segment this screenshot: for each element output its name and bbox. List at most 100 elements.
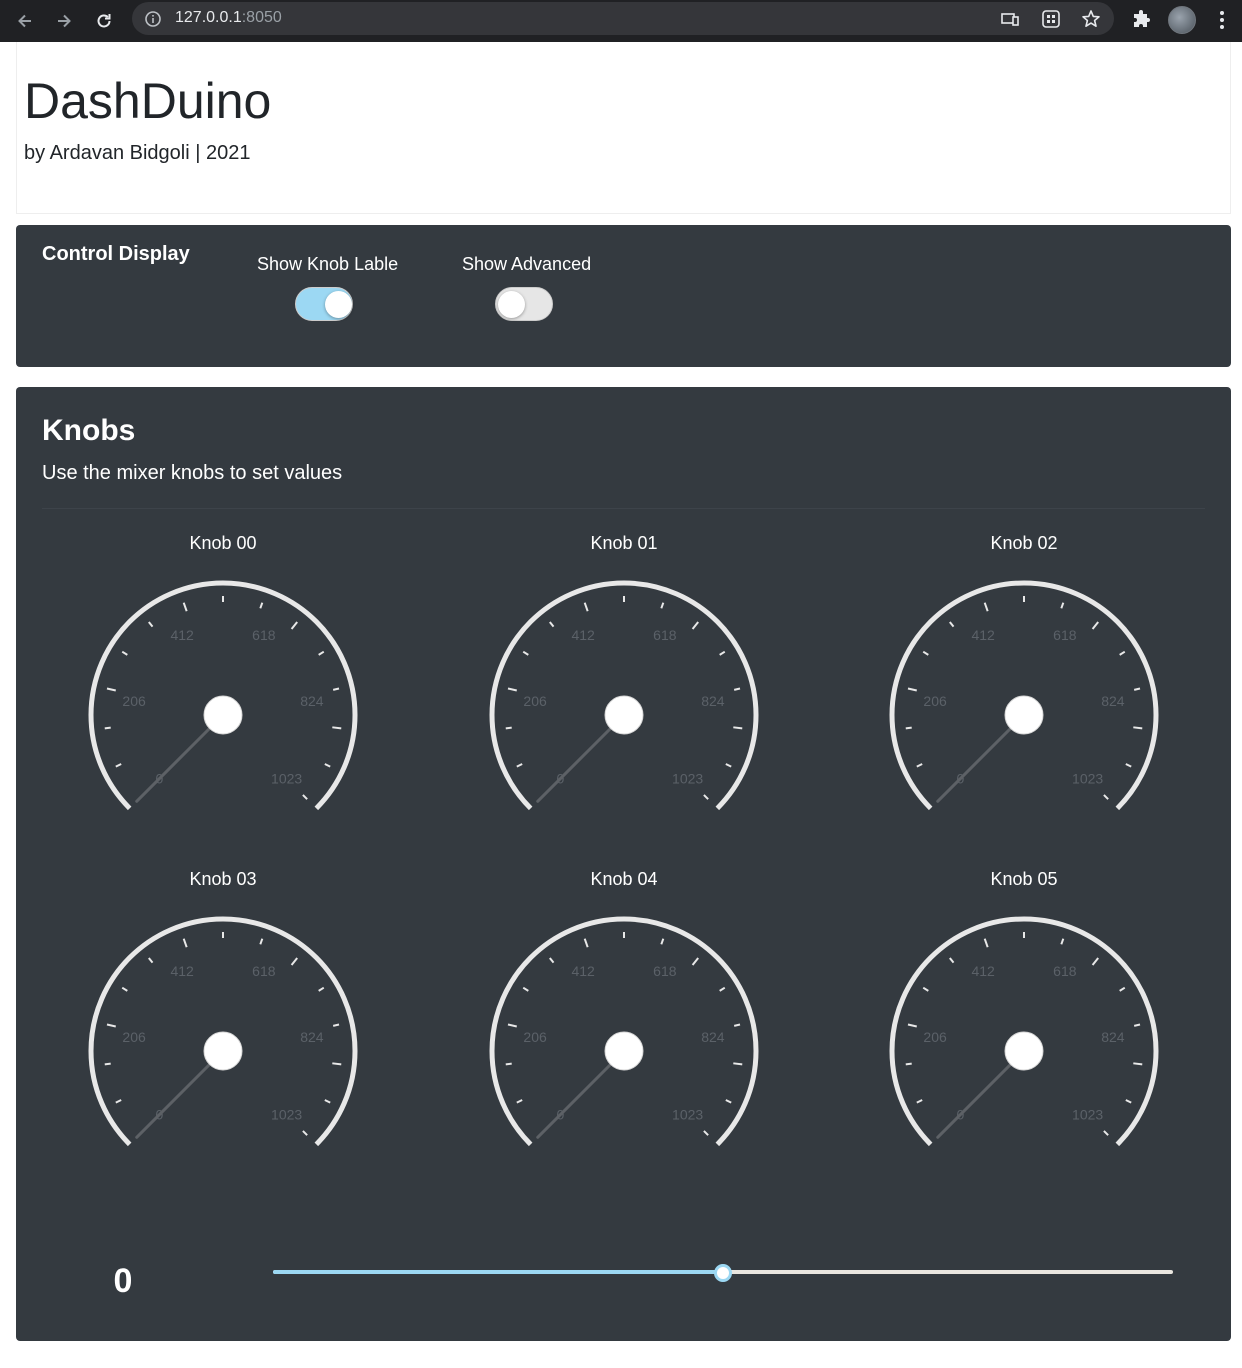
reload-button[interactable] <box>88 5 120 37</box>
knob-label: Knob 04 <box>590 869 658 889</box>
info-icon[interactable] <box>144 10 162 28</box>
gauge-tick <box>332 1062 342 1066</box>
gauge-tick <box>290 957 298 966</box>
knob-gauge[interactable]: 02064126188241023 <box>23 889 423 1169</box>
gauge-scale-label: 412 <box>571 627 595 643</box>
gauge-tick <box>104 726 111 730</box>
knob-gauge[interactable]: 02064126188241023 <box>824 553 1224 833</box>
gauge-tick <box>182 938 188 948</box>
gauge-hub <box>604 1031 644 1071</box>
gauge-tick <box>1125 763 1132 768</box>
gauge-tick <box>507 1023 517 1028</box>
gauge-tick <box>725 763 732 768</box>
gauge-tick <box>148 621 154 628</box>
gauge-tick <box>703 794 709 800</box>
page-title: DashDuino <box>24 73 272 129</box>
gauge-tick <box>522 986 529 992</box>
show-advanced-toggle[interactable] <box>495 287 553 321</box>
knob-gauge[interactable]: 02064126188241023 <box>424 553 824 833</box>
gauge-tick <box>522 650 529 656</box>
gauge-scale-label: 824 <box>701 693 725 709</box>
gauge-scale-label: 206 <box>923 693 947 709</box>
gauge-tick <box>549 957 555 964</box>
gauge-tick <box>733 687 741 691</box>
knob-03[interactable]: Knob 03 02064126188241023 <box>23 869 423 1169</box>
toggle-thumb <box>498 291 525 318</box>
knob-gauge[interactable]: 02064126188241023 <box>23 553 423 833</box>
reload-icon <box>97 14 111 28</box>
gauge-hub <box>203 1031 243 1071</box>
show-advanced-text: Show Advanced <box>462 254 592 274</box>
gauge-scale-label: 1023 <box>1072 1107 1103 1123</box>
gauge-tick <box>505 726 512 730</box>
slider-handle[interactable] <box>714 1264 732 1282</box>
knob-05[interactable]: Knob 05 02064126188241023 <box>824 869 1224 1169</box>
gauge-tick <box>583 602 589 612</box>
gauge-tick <box>660 602 665 609</box>
gauge-tick <box>907 1023 917 1028</box>
knob-01[interactable]: Knob 01 02064126188241023 <box>424 533 824 833</box>
knob-label: Knob 01 <box>590 533 658 553</box>
url-host: 127.0.0.1 <box>175 9 242 26</box>
gauge-scale-label: 1023 <box>271 1107 302 1123</box>
show-knob-label-toggle[interactable] <box>295 287 353 321</box>
gauge-tick <box>516 1099 523 1104</box>
gauge-tick <box>121 986 128 992</box>
gauge-scale-label: 206 <box>523 693 547 709</box>
gauge-tick <box>332 1023 340 1027</box>
address-bar[interactable]: 127.0.0.1:8050 <box>132 2 1114 35</box>
url-text[interactable]: 127.0.0.1:8050 <box>175 9 282 27</box>
gauge-tick <box>1133 1062 1143 1066</box>
value-display: 0 <box>113 1262 133 1300</box>
gauge-tick <box>1091 621 1099 630</box>
gauge-tick <box>1133 1023 1141 1027</box>
gauge-tick <box>1125 1099 1132 1104</box>
gauge-tick <box>660 938 665 945</box>
forward-button[interactable] <box>48 5 80 37</box>
gauge-tick <box>507 687 517 692</box>
toggle-thumb <box>325 291 352 318</box>
gauge-tick <box>324 763 331 768</box>
gauge-tick <box>148 957 154 964</box>
back-arrow-icon <box>18 14 31 28</box>
knob-00[interactable]: Knob 00 02064126188241023 <box>23 533 423 833</box>
gauge-scale-label: 1023 <box>1072 771 1103 787</box>
knob-label: Knob 00 <box>189 533 257 553</box>
knob-label: Knob 02 <box>990 533 1058 553</box>
gauge-scale-label: 618 <box>1053 963 1077 979</box>
gauge-scale-label: 206 <box>122 693 146 709</box>
knob-02[interactable]: Knob 02 02064126188241023 <box>824 533 1224 833</box>
url-port: :8050 <box>241 9 282 26</box>
gauge-tick <box>983 602 989 612</box>
gauge-tick <box>1133 726 1143 730</box>
profile-avatar[interactable] <box>1168 6 1196 34</box>
gauge-tick <box>121 650 128 656</box>
slider-track[interactable] <box>273 1270 723 1274</box>
gauge-scale-label: 1023 <box>271 771 302 787</box>
gauge-tick <box>916 1099 923 1104</box>
gauge-tick <box>1060 938 1065 945</box>
apps-grid-icon[interactable] <box>1041 9 1061 29</box>
knob-04[interactable]: Knob 04 02064126188241023 <box>424 869 824 1169</box>
gauge-tick <box>949 621 955 628</box>
gauge-tick <box>733 1023 741 1027</box>
menu-kebab-icon[interactable] <box>1210 8 1234 32</box>
browser-toolbar: 127.0.0.1:8050 <box>0 0 1242 42</box>
bookmark-star-icon[interactable] <box>1081 9 1101 29</box>
cast-icon[interactable] <box>1000 9 1020 29</box>
gauge-tick <box>318 650 325 656</box>
gauge-scale-label: 412 <box>170 627 194 643</box>
gauge-scale-label: 618 <box>653 963 677 979</box>
knob-gauge[interactable]: 02064126188241023 <box>824 889 1224 1169</box>
gauge-scale-label: 206 <box>122 1029 146 1045</box>
knob-gauge[interactable]: 02064126188241023 <box>424 889 824 1169</box>
gauge-scale-label: 1023 <box>672 771 703 787</box>
value-slider[interactable] <box>270 1262 1176 1284</box>
extensions-puzzle-icon[interactable] <box>1130 8 1154 32</box>
gauge-tick <box>1133 687 1141 691</box>
forward-arrow-icon <box>58 14 71 28</box>
gauge-tick <box>916 763 923 768</box>
back-button[interactable] <box>9 5 41 37</box>
gauge-hub <box>604 695 644 735</box>
gauge-tick <box>719 650 726 656</box>
